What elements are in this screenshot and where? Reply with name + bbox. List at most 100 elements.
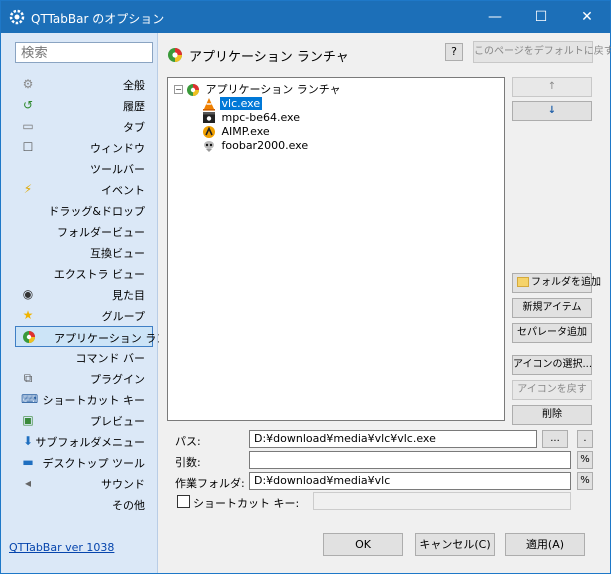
sidebar-item-label: グループ <box>101 310 145 323</box>
launcher-tree[interactable]: − アプリケーション ランチャ vlc.exe mpc-be64.exe AIM… <box>167 77 505 421</box>
window-icon: ☐ <box>22 140 34 154</box>
sidebar-item-sound[interactable]: ◂ サウンド <box>15 473 153 494</box>
add-folder-label: フォルダを追加 <box>531 277 601 288</box>
sidebar-item-shortcut-key[interactable]: ⌨ ショートカット キー <box>15 389 153 410</box>
sidebar-item-label: 互換ビュー <box>90 247 145 260</box>
shortcut-label: ショートカット キー: <box>193 497 300 510</box>
sidebar-item-label: コマンド バー <box>75 352 146 365</box>
sidebar-item-preview[interactable]: ▣ プレビュー <box>15 410 153 431</box>
vlc-icon <box>203 98 215 111</box>
sidebar-item-toolbar[interactable]: ツールバー <box>15 158 153 179</box>
tree-item-mpc[interactable]: mpc-be64.exe <box>202 110 302 125</box>
main-panel: アプリケーション ランチャ ? このページをデフォルトに戻す − アプリケーショ… <box>159 33 611 573</box>
apply-button[interactable]: 適用(A) <box>505 533 585 556</box>
tree-item-label: foobar2000.exe <box>221 139 309 152</box>
sidebar-item-label: タブ <box>123 121 145 134</box>
lightning-icon: ⚡ <box>23 182 33 196</box>
sidebar-item-label: プレビュー <box>90 415 145 428</box>
folder-icon <box>517 277 529 287</box>
close-button[interactable]: ✕ <box>564 1 610 33</box>
search-input[interactable] <box>15 42 153 63</box>
sidebar-item-history[interactable]: ↺ 履歴 <box>15 95 153 116</box>
workdir-field[interactable]: D:¥download¥media¥vlc <box>249 472 571 490</box>
path-label: パス: <box>175 435 201 448</box>
sidebar-item-label: ドラッグ&ドロップ <box>48 205 145 218</box>
star-icon: ★ <box>22 308 34 322</box>
path-dot-button[interactable]: . <box>577 430 593 448</box>
tree-item-aimp[interactable]: AIMP.exe <box>202 124 272 139</box>
sidebar-item-label: ウィンドウ <box>90 142 145 155</box>
sidebar-item-label: サブフォルダメニュー <box>35 436 145 449</box>
maximize-button[interactable]: ☐ <box>518 1 564 33</box>
new-item-button[interactable]: 新規アイテム <box>512 298 592 318</box>
sidebar-item-appearance[interactable]: ◉ 見た目 <box>15 284 153 305</box>
sidebar-item-app-launcher[interactable]: アプリケーション ランチャ <box>15 326 189 347</box>
help-button[interactable]: ? <box>445 43 463 61</box>
delete-button[interactable]: 削除 <box>512 405 592 425</box>
args-field[interactable] <box>249 451 571 469</box>
sidebar-item-other[interactable]: その他 <box>15 494 153 515</box>
tree-root[interactable]: アプリケーション ランチャ <box>186 82 343 97</box>
args-percent-button[interactable]: % <box>577 451 593 469</box>
workdir-percent-button[interactable]: % <box>577 472 593 490</box>
foobar-icon <box>204 141 214 152</box>
browse-button[interactable]: ... <box>542 430 568 448</box>
sidebar-item-general[interactable]: ⚙ 全般 <box>15 74 153 95</box>
history-icon: ↺ <box>22 98 34 112</box>
eye-icon: ◉ <box>22 287 34 301</box>
sidebar-item-extra-view[interactable]: エクストラ ビュー <box>15 263 153 284</box>
aimp-icon <box>203 126 215 138</box>
sidebar-item-label: 見た目 <box>112 289 145 302</box>
sidebar-item-plugin[interactable]: ⧉ プラグイン <box>15 368 153 389</box>
move-down-button[interactable]: ↓ <box>512 101 592 121</box>
sidebar-item-label: 全般 <box>123 79 145 92</box>
launcher-icon <box>187 84 199 96</box>
sidebar-item-window[interactable]: ☐ ウィンドウ <box>15 137 153 158</box>
sidebar-item-label: その他 <box>112 499 145 512</box>
preview-icon: ▣ <box>22 413 34 427</box>
restore-icon-button[interactable]: アイコンを戻す <box>512 380 592 400</box>
sidebar-item-label: プラグイン <box>90 373 145 386</box>
app-gear-icon <box>9 9 25 25</box>
sidebar-item-folder-view[interactable]: フォルダービュー <box>15 221 153 242</box>
workdir-label: 作業フォルダ: <box>175 477 245 490</box>
add-folder-button[interactable]: フォルダを追加 <box>512 273 601 293</box>
sidebar-item-tab[interactable]: ▭ タブ <box>15 116 153 137</box>
tree-root-label: アプリケーション ランチャ <box>205 83 341 96</box>
page-title: アプリケーション ランチャ <box>189 50 349 65</box>
sidebar-item-command-bar[interactable]: コマンド バー <box>15 347 153 368</box>
version-link[interactable]: QTTabBar ver 1038 <box>9 541 114 554</box>
mpc-icon <box>203 112 215 123</box>
select-icon-button[interactable]: アイコンの選択... <box>512 355 592 375</box>
window-title: QTTabBar のオプション <box>31 12 165 26</box>
launcher-icon <box>23 331 35 343</box>
move-up-button[interactable]: ↑ <box>512 77 592 97</box>
tree-item-label: AIMP.exe <box>221 125 270 138</box>
collapse-icon[interactable]: − <box>174 85 183 94</box>
tab-icon: ▭ <box>22 119 34 133</box>
sidebar-item-label: ツールバー <box>90 163 145 176</box>
sidebar-item-label: ショートカット キー <box>42 394 146 407</box>
sidebar-item-desktop-tool[interactable]: ▬ デスクトップ ツール <box>15 452 153 473</box>
cancel-button[interactable]: キャンセル(C) <box>415 533 495 556</box>
tree-item-vlc[interactable]: vlc.exe <box>202 96 263 111</box>
reset-defaults-button[interactable]: このページをデフォルトに戻す <box>473 41 611 63</box>
sidebar-item-label: デスクトップ ツール <box>42 457 146 470</box>
args-label: 引数: <box>175 456 201 469</box>
minimize-button[interactable]: — <box>472 1 518 33</box>
sidebar-item-group[interactable]: ★ グループ <box>15 305 153 326</box>
gear-icon: ⚙ <box>22 77 34 91</box>
sidebar-item-compat-view[interactable]: 互換ビュー <box>15 242 153 263</box>
keyboard-icon: ⌨ <box>21 392 39 406</box>
tree-item-foobar[interactable]: foobar2000.exe <box>202 138 310 153</box>
title-bar: QTTabBar のオプション — ☐ ✕ <box>1 1 610 33</box>
shortcut-checkbox[interactable] <box>177 495 190 508</box>
sidebar-item-subfolder-menu[interactable]: ⬇ サブフォルダメニュー <box>15 431 153 452</box>
sidebar-item-event[interactable]: ⚡ イベント <box>15 179 153 200</box>
shortcut-field[interactable] <box>313 492 571 510</box>
ok-button[interactable]: OK <box>323 533 403 556</box>
path-field[interactable]: D:¥download¥media¥vlc¥vlc.exe <box>249 430 537 448</box>
add-separator-button[interactable]: セパレータ追加 <box>512 323 592 343</box>
sidebar-item-drag-drop[interactable]: ドラッグ&ドロップ <box>15 200 153 221</box>
desktop-icon: ▬ <box>22 455 34 469</box>
